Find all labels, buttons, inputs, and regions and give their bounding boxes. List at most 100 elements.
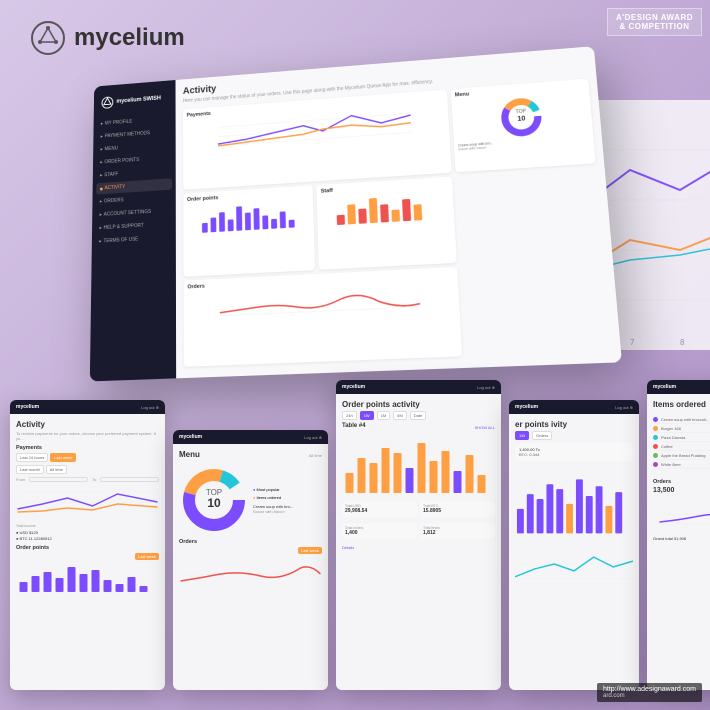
screen4-logo: mycelium (515, 404, 538, 410)
svg-text:7: 7 (630, 338, 635, 347)
list-item: White Beer 583 (653, 460, 710, 469)
screen-activity: mycelium Log out ⊕ Activity To receive p… (10, 400, 165, 690)
menu-donut-area: TOP 10 ● Most popular ● Items ordered Cr… (179, 465, 322, 535)
staff-bar-chart (321, 189, 450, 226)
list-item: Coffee 3,92 (653, 442, 710, 451)
menu-legend: ● Most popular ● Items ordered Cream sou… (253, 487, 322, 514)
screen4-line-chart (515, 539, 633, 589)
screen4-content: er points ivity 1W Orders 1,400.00 To BT… (509, 414, 639, 600)
sidebar-brand-text: mycelium SWISH (116, 96, 161, 105)
tab-date[interactable]: Date (410, 411, 426, 420)
logo-area: mycelium (30, 20, 185, 56)
staff-card: Staff (317, 177, 457, 270)
tab-1w[interactable]: 1W (360, 411, 374, 420)
item-name-4: Coffee (661, 444, 710, 449)
screen4-stat-block: 1,400.00 To BTC: 0.344 (515, 443, 633, 461)
screen2-header: mycelium Log out ⊕ (173, 430, 328, 444)
nav-terms[interactable]: ▸ TERMS OF USE (95, 232, 172, 248)
dashboard-content: Activity Here you can manage the status … (176, 46, 622, 378)
item-dot-5 (653, 453, 658, 458)
screen1-header: mycelium Log out ⊕ (10, 400, 165, 414)
screen3-header-right: Log out ⊕ (477, 385, 495, 390)
filter-lastweek[interactable]: Last week (50, 453, 76, 462)
screen1-payments-label: Payments (16, 445, 159, 451)
orders-card: Orders (184, 267, 462, 367)
item-dot-1 (653, 417, 658, 422)
screen3-tabs: 24h 1W 1M 6M Date (342, 411, 495, 420)
screen3-title: Order points activity (342, 400, 495, 409)
menu-orders-filter: Last week (179, 547, 322, 554)
dashboard-grid: Payments Menu TOP (183, 79, 612, 367)
item-name-2: Burger 168 (661, 426, 710, 431)
screen1-filter-row2: Last month All time (16, 465, 159, 474)
screen-items-ordered: mycelium Log out ⊕ Items ordered All tim… (647, 380, 710, 690)
details-label[interactable]: Details (342, 545, 495, 550)
item-name-6: White Beer (661, 462, 710, 467)
item-dot-3 (653, 435, 658, 440)
screen1-filter-row: Last 24 hours Last week (16, 453, 159, 462)
filter-24h[interactable]: Last 24 hours (16, 453, 48, 462)
screen2-title: Menu (179, 450, 200, 459)
stat-total-btc: Total BTC 15.8905 (420, 501, 495, 517)
url-suffix: ard.com (603, 693, 696, 699)
orders-total: 13,500 (653, 487, 710, 494)
orderpoints-filter-btn[interactable]: Last week (135, 553, 159, 560)
screen4-header-right: Log out ⊕ (615, 405, 633, 410)
screen2-orders-label: Orders (179, 539, 322, 545)
show-all-btn[interactable]: SHOW ALL (475, 425, 495, 430)
usd-stat: ● USD $120 (16, 530, 159, 535)
tab-orders-s4[interactable]: Orders (532, 431, 552, 440)
screen1-logo: mycelium (16, 404, 39, 410)
screen2-orders-chart (179, 556, 322, 591)
screen-menu: mycelium Log out ⊕ Menu All time TOP 10 … (173, 430, 328, 690)
screen1-content: Activity To receive payments for your or… (10, 414, 165, 603)
stat-total-usd: Total USD 29,908.54 (342, 501, 417, 517)
menu-orders-filter-btn[interactable]: Last week (298, 547, 322, 554)
mycelium-logo-icon (30, 20, 66, 56)
list-item: Burger 168 5,355 (653, 424, 710, 433)
donut-chart: TOP 10 (497, 94, 546, 141)
screen5-title: Items ordered (653, 400, 706, 409)
screen5-total-label: Grand total 51,908 (653, 536, 710, 541)
dashboard-sidebar: mycelium SWISH ▸ MY PROFILE ▸ PAYMENT ME… (90, 80, 176, 381)
screen4-title: er points ivity (515, 420, 633, 429)
sidebar-brand: mycelium SWISH (97, 88, 172, 114)
screen5-orders-chart (653, 496, 710, 531)
menu-header-row: Menu All time (179, 450, 322, 461)
screen3-stats: Total USD 29,908.54 Total BTC 15.8905 To… (342, 501, 495, 542)
badge-line2: & COMPETITION (616, 22, 693, 31)
screen3-header: mycelium Log out ⊕ (336, 380, 501, 394)
screen3-logo: mycelium (342, 384, 365, 390)
url-text: http://www.adesignaward.com (603, 686, 696, 693)
screen2-header-right: Log out ⊕ (304, 435, 322, 440)
main-dashboard: mycelium SWISH ▸ MY PROFILE ▸ PAYMENT ME… (90, 46, 622, 381)
screen-partial-erpoints: mycelium Log out ⊕ er points ivity 1W Or… (509, 400, 639, 690)
item-dot-6 (653, 462, 658, 467)
screen5-logo: mycelium (653, 384, 676, 390)
table-header: Table #4 SHOW ALL (342, 423, 495, 431)
order-points-bar-chart (187, 197, 310, 233)
item-dot-4 (653, 444, 658, 449)
list-item: Pizza Diavola 4,86 (653, 433, 710, 442)
stat-total-orders: Total orders 1,400 (342, 523, 417, 539)
filter-alltime[interactable]: All time (46, 465, 67, 474)
screen1-title: Activity (16, 420, 159, 429)
item-name-1: Cream soup with broccoli... (661, 417, 710, 422)
badge-line1: A'DESIGN AWARD (616, 13, 693, 22)
tab-6m[interactable]: 6M (393, 411, 407, 420)
url-badge: http://www.adesignaward.com ard.com (597, 683, 702, 702)
screen1-orderpoints-label: Order points (16, 545, 159, 551)
total-income-label: Total income (16, 524, 159, 528)
screen3-content: Order points activity 24h 1W 1M 6M Date … (336, 394, 501, 556)
screen5-content: Items ordered All time Cream soup with b… (647, 394, 710, 547)
logo-text: mycelium (74, 24, 185, 52)
screen4-tabs: 1W Orders (515, 431, 633, 440)
sidebar-logo-icon (101, 96, 114, 110)
tab-1w-s4[interactable]: 1W (515, 431, 529, 440)
menu-second-name: Souce with bacon (253, 509, 322, 514)
tab-24h[interactable]: 24h (342, 411, 357, 420)
filter-lastmonth[interactable]: Last month (16, 465, 44, 474)
tab-1m[interactable]: 1M (377, 411, 391, 420)
screen-order-points-activity: mycelium Log out ⊕ Order points activity… (336, 380, 501, 690)
screen5-orders-label: Orders (653, 479, 671, 485)
